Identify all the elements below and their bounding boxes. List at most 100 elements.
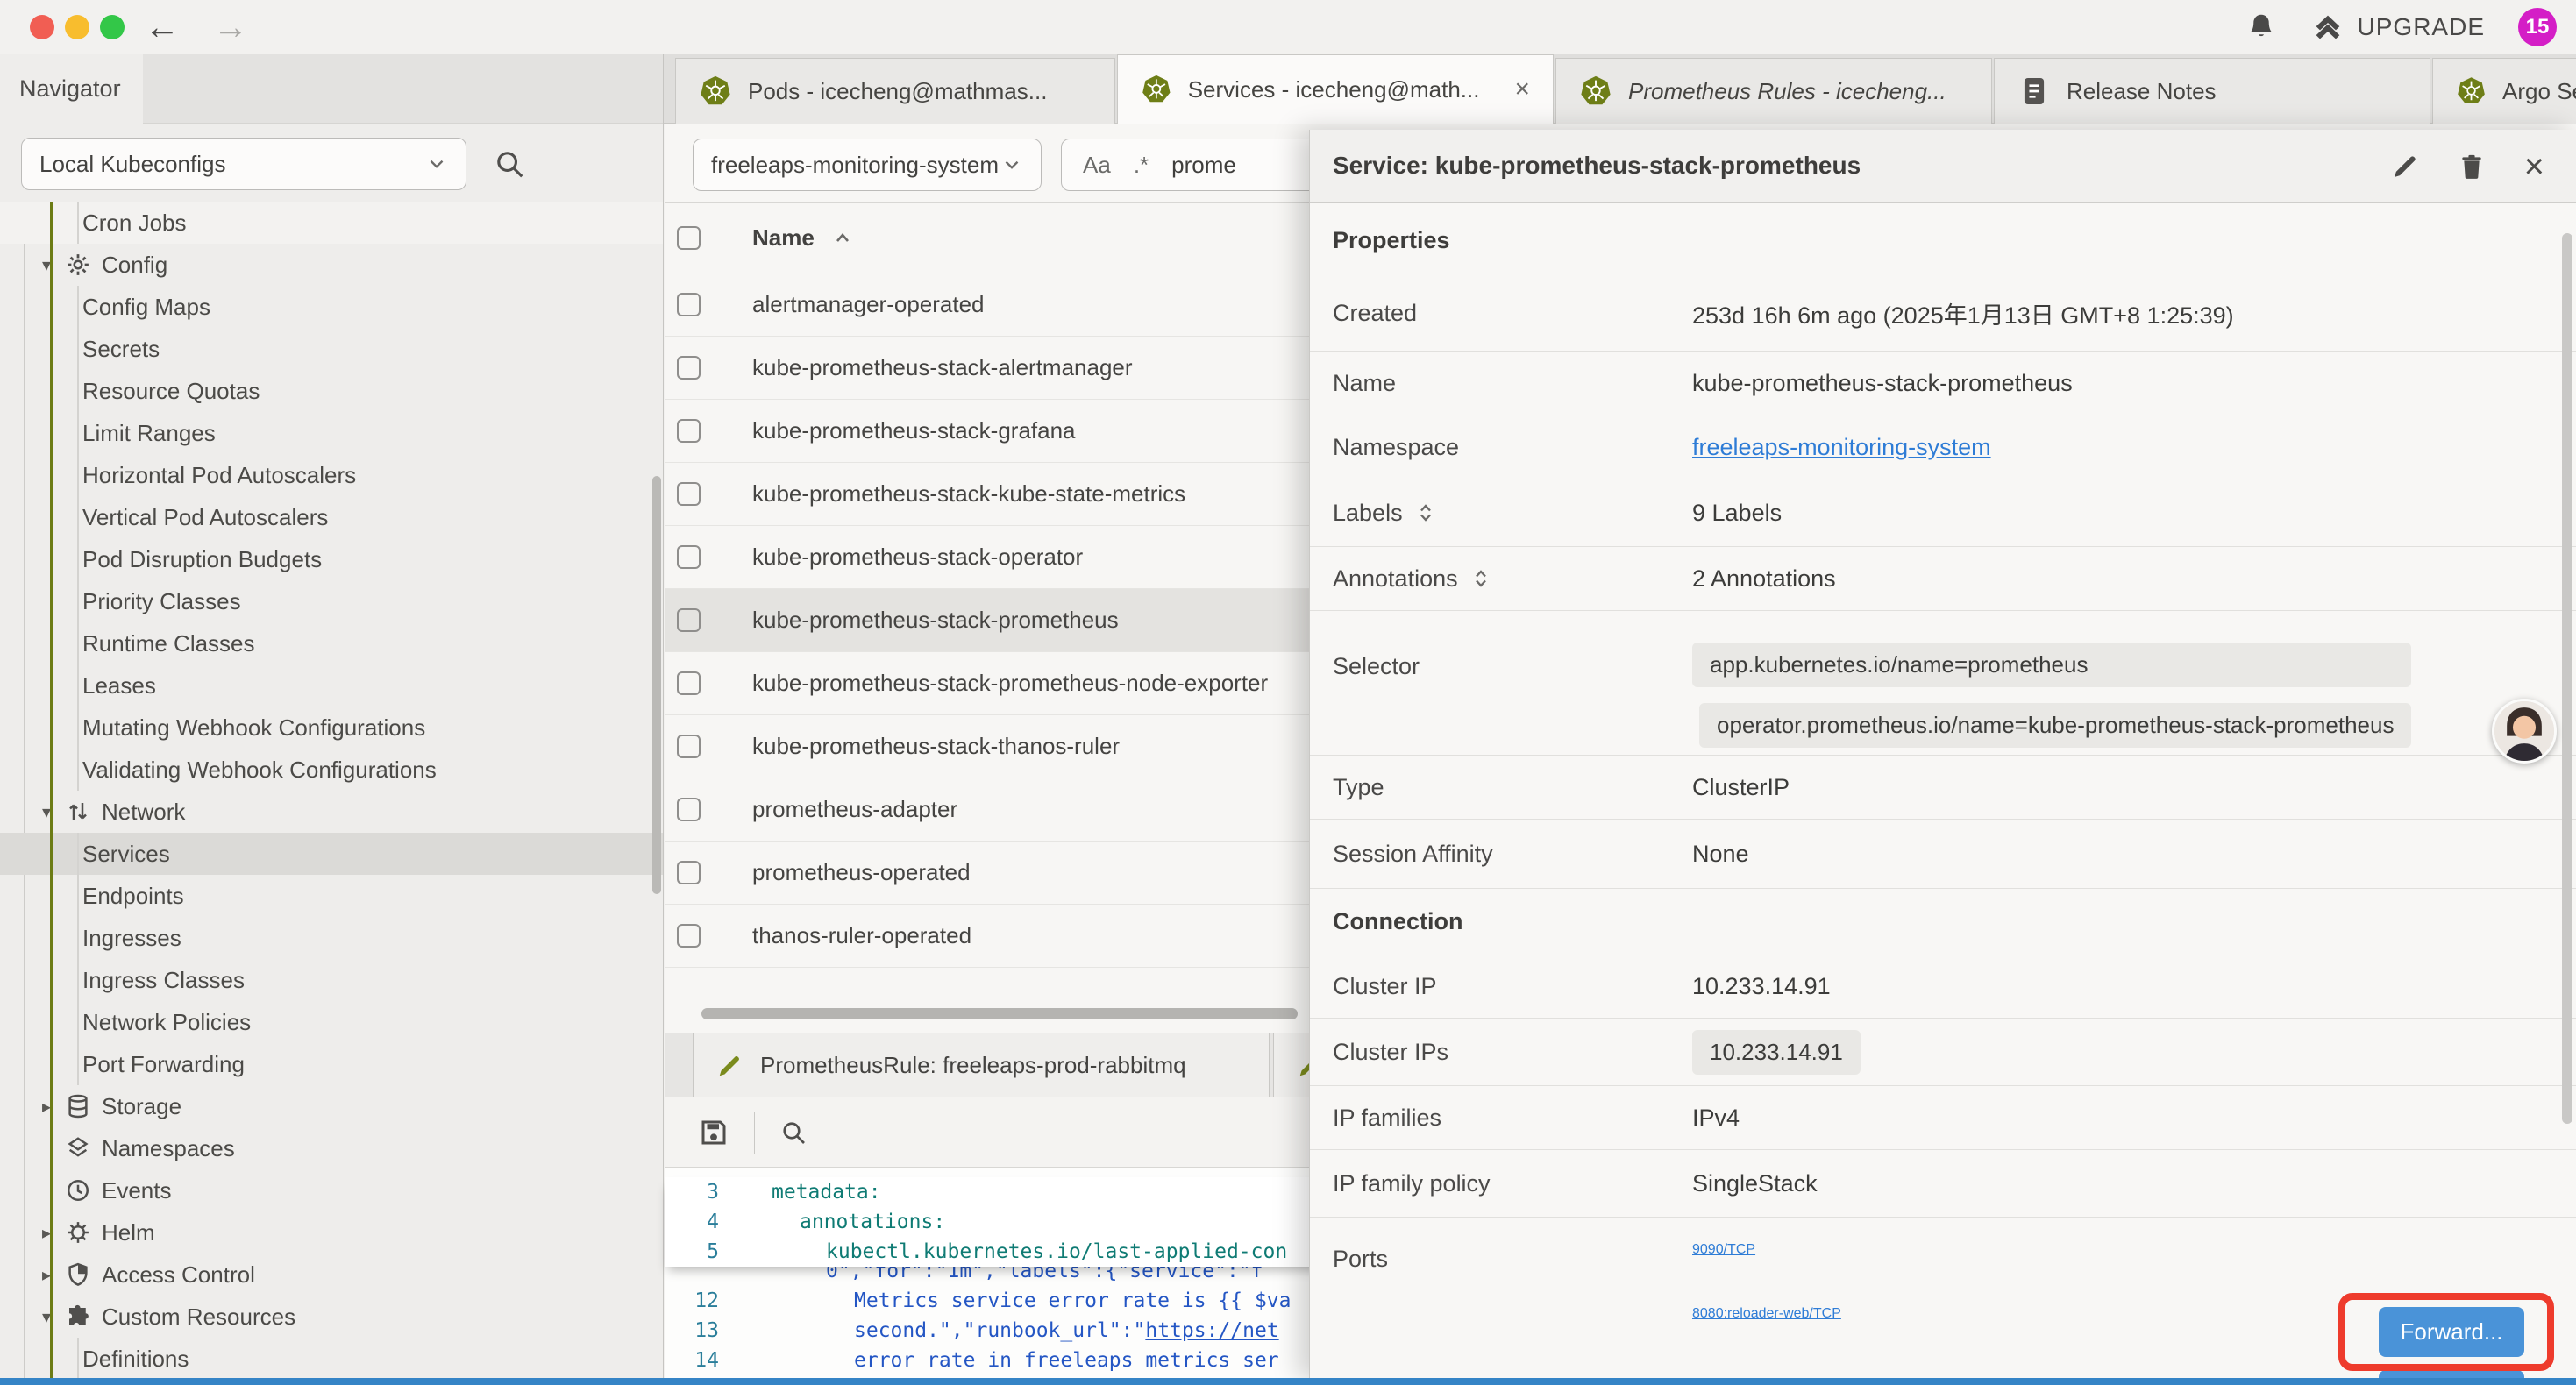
minimize-window-button[interactable] (65, 15, 89, 39)
select-all-checkbox[interactable] (677, 226, 701, 250)
labels-row: Labels 9 Labels (1310, 479, 2576, 547)
tab-prometheus-rules[interactable]: Prometheus Rules - icecheng... (1555, 58, 1992, 124)
upgrade-button[interactable]: UPGRADE (2310, 10, 2485, 45)
close-panel-icon[interactable]: × (2524, 153, 2544, 181)
row-checkbox[interactable] (677, 356, 701, 380)
row-checkbox[interactable] (677, 924, 701, 948)
row-checkbox[interactable] (677, 735, 701, 758)
sidebar-group-network[interactable]: ▾ Network (0, 791, 663, 833)
document-icon (2017, 75, 2051, 108)
expand-annotations-icon[interactable] (1470, 568, 1491, 589)
toolbar-divider (754, 1112, 755, 1154)
tab-services[interactable]: Services - icecheng@math... × (1117, 54, 1554, 124)
tab-pods[interactable]: Pods - icecheng@mathmas... (675, 58, 1115, 124)
helm-wheel-icon (65, 1219, 91, 1246)
editor-search-icon[interactable] (779, 1119, 808, 1147)
sidebar-item-pod-disruption-budgets[interactable]: Pod Disruption Budgets (0, 538, 663, 580)
sidebar-item-namespaces[interactable]: Namespaces (0, 1127, 663, 1169)
chevron-down-icon: ▾ (35, 1306, 58, 1328)
service-detail-panel: Service: kube-prometheus-stack-prometheu… (1309, 130, 2576, 1380)
sidebar-item-resource-quotas[interactable]: Resource Quotas (0, 370, 663, 412)
sidebar-item-validating-webhook-configurations[interactable]: Validating Webhook Configurations (0, 749, 663, 791)
type-row: Type ClusterIP (1310, 756, 2576, 820)
sidebar-group-access-control[interactable]: ▸ Access Control (0, 1254, 663, 1296)
sidebar-item-network-policies[interactable]: Network Policies (0, 1001, 663, 1043)
regex-toggle[interactable]: .* (1134, 152, 1149, 179)
runbook-url-link[interactable]: https://net (1145, 1319, 1278, 1342)
sidebar-item-mutating-webhook-configurations[interactable]: Mutating Webhook Configurations (0, 707, 663, 749)
horizontal-scrollbar[interactable] (701, 1008, 1298, 1019)
tab-release-notes[interactable]: Release Notes (1994, 58, 2430, 124)
chevron-down-icon (1000, 153, 1023, 176)
sidebar-item-events[interactable]: Events (0, 1169, 663, 1211)
sidebar-item-definitions[interactable]: Definitions (0, 1338, 663, 1380)
sidebar-item-services[interactable]: Services (0, 833, 663, 875)
sidebar-item-runtime-classes[interactable]: Runtime Classes (0, 622, 663, 664)
sidebar-scrollbar[interactable] (652, 476, 661, 894)
maximize-window-button[interactable] (100, 15, 125, 39)
created-row: Created 253d 16h 6m ago (2025年1月13日 GMT+… (1310, 276, 2576, 352)
sidebar-item-ingresses[interactable]: Ingresses (0, 917, 663, 959)
sidebar-item-priority-classes[interactable]: Priority Classes (0, 580, 663, 622)
sidebar-item-vertical-pod-autoscalers[interactable]: Vertical Pod Autoscalers (0, 496, 663, 538)
sidebar-item-horizontal-pod-autoscalers[interactable]: Horizontal Pod Autoscalers (0, 454, 663, 496)
up-down-arrows-icon (65, 799, 91, 825)
row-checkbox[interactable] (677, 861, 701, 884)
tab-argo[interactable]: Argo Se (2432, 58, 2576, 124)
back-button[interactable]: ← (140, 5, 184, 49)
sidebar-item-port-forwarding[interactable]: Port Forwarding (0, 1043, 663, 1085)
annotations-row: Annotations 2 Annotations (1310, 547, 2576, 611)
resource-tree: Cron Jobs ▾ Config Config Maps Secrets R… (0, 202, 663, 1380)
session-affinity-row: Session Affinity None (1310, 820, 2576, 889)
layers-icon (65, 1135, 91, 1161)
port-9090-link[interactable]: 9090/TCP (1692, 1242, 1755, 1258)
kubeconfig-selector[interactable]: Local Kubeconfigs (21, 138, 466, 190)
sidebar-item-ingress-classes[interactable]: Ingress Classes (0, 959, 663, 1001)
name-column-header[interactable]: Name (752, 224, 815, 252)
row-checkbox[interactable] (677, 293, 701, 316)
ip-families-row: IP families IPv4 (1310, 1086, 2576, 1150)
sidebar-item-leases[interactable]: Leases (0, 664, 663, 707)
sidebar-group-storage[interactable]: ▸ Storage (0, 1085, 663, 1127)
sidebar-item-cron-jobs[interactable]: Cron Jobs (0, 202, 663, 244)
namespace-link[interactable]: freeleaps-monitoring-system (1692, 434, 1991, 461)
edit-pencil-icon[interactable] (2391, 153, 2419, 181)
sidebar-group-config[interactable]: ▾ Config (0, 244, 663, 286)
editor-tab-prometheusrule[interactable]: PrometheusRule: freeleaps-prod-rabbitmq (693, 1033, 1270, 1097)
sidebar-item-limit-ranges[interactable]: Limit Ranges (0, 412, 663, 454)
assistant-avatar[interactable] (2492, 699, 2557, 764)
delete-trash-icon[interactable] (2458, 153, 2486, 181)
sidebar-item-endpoints[interactable]: Endpoints (0, 875, 663, 917)
sidebar-item-config-maps[interactable]: Config Maps (0, 286, 663, 328)
match-case-toggle[interactable]: Aa (1083, 152, 1111, 179)
row-checkbox[interactable] (677, 608, 701, 632)
selector-row: Selector app.kubernetes.io/name=promethe… (1310, 611, 2576, 756)
row-checkbox[interactable] (677, 545, 701, 569)
sidebar-group-custom-resources[interactable]: ▾ Custom Resources (0, 1296, 663, 1338)
row-checkbox[interactable] (677, 671, 701, 695)
clock-icon (65, 1177, 91, 1204)
close-tab-icon[interactable]: × (1514, 75, 1530, 104)
notifications-bell-icon[interactable] (2245, 11, 2277, 43)
row-checkbox[interactable] (677, 482, 701, 506)
save-icon[interactable] (698, 1117, 729, 1148)
row-checkbox[interactable] (677, 798, 701, 821)
namespace-selector[interactable]: freeleaps-monitoring-system (693, 138, 1042, 191)
navigator-tab[interactable]: Navigator (0, 54, 143, 124)
chevron-down-icon: ▾ (35, 254, 58, 276)
detail-title: Service: kube-prometheus-stack-prometheu… (1333, 152, 1861, 180)
expand-labels-icon[interactable] (1415, 502, 1436, 523)
row-checkbox[interactable] (677, 419, 701, 443)
forward-button[interactable]: → (209, 5, 253, 49)
sort-ascending-icon[interactable] (832, 228, 853, 249)
port-8080-link[interactable]: 8080:reloader-web/TCP (1692, 1306, 1841, 1322)
notification-count-badge[interactable]: 15 (2518, 8, 2557, 46)
chevron-down-icon: ▾ (35, 801, 58, 823)
detail-scrollbar[interactable] (2562, 233, 2572, 1124)
kubernetes-icon (1141, 73, 1172, 106)
close-window-button[interactable] (30, 15, 54, 39)
sidebar-item-secrets[interactable]: Secrets (0, 328, 663, 370)
sidebar-group-helm[interactable]: ▸ Helm (0, 1211, 663, 1254)
cluster-ips-row: Cluster IPs 10.233.14.91 (1310, 1019, 2576, 1086)
sidebar-search-icon[interactable] (493, 147, 526, 181)
